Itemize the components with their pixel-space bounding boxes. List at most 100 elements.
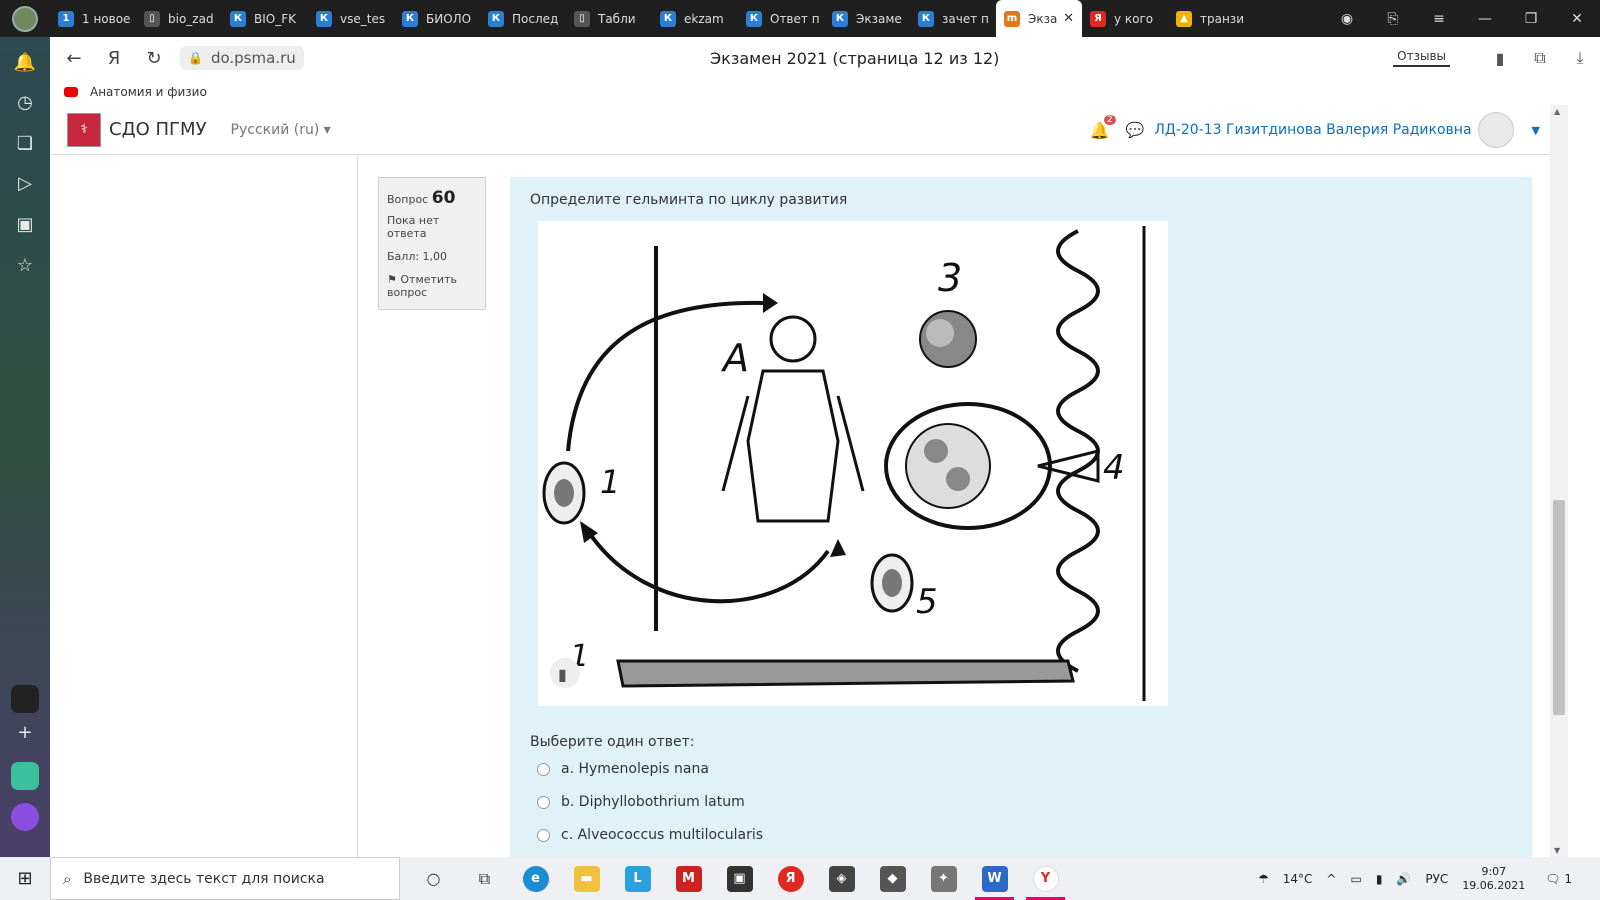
tab-favicon-icon: К [832,10,848,27]
browser-tab[interactable]: 11 новое [50,0,136,37]
shield-app-icon[interactable]: M [663,857,714,900]
address-bar: ← Я ↻ 🔒 do.psma.ru Экзамен 2021 (страниц… [50,37,1600,79]
tab-favicon-icon: К [918,10,934,27]
bookmark-item[interactable]: Анатомия и физио [90,85,207,99]
answer-option[interactable]: a. Hymenolepis nana [537,761,709,777]
browser-tab[interactable]: m Экза ✕ [996,0,1082,37]
reload-button[interactable]: ↻ [134,48,174,69]
language-menu[interactable]: Русский (ru) ▾ [231,122,331,138]
clock[interactable]: 9:07 19.06.2021 [1462,865,1525,893]
radio-button[interactable] [537,795,550,809]
answer-option[interactable]: b. Diphyllobothrium latum [537,794,745,810]
browser-tab[interactable]: ▯ Табли [566,0,652,37]
menu-icon[interactable]: ≡ [1416,11,1462,27]
browser-tab[interactable]: Кзачет п [910,0,996,37]
browser-tab[interactable]: К BIO_FK [222,0,308,37]
taskbar-search-box[interactable]: ⌕ Введите здесь текст для поиска [50,857,400,900]
helminth-life-cycle-image: А 1 3 4 5 1 ▮ [538,221,1168,706]
url-field[interactable]: 🔒 do.psma.ru [180,46,304,70]
browser-tab[interactable]: ▯ bio_zad [136,0,222,37]
bookmarks-icon[interactable]: ⎘ [1370,11,1416,27]
question-score: Балл: 1,00 [387,250,448,263]
messages-icon[interactable]: 💬 [1126,121,1145,139]
user-avatar[interactable] [1477,112,1514,148]
game-app3-icon[interactable]: ✦ [918,857,969,900]
answer-prompt: Выберите один ответ: [530,734,695,750]
site-logo[interactable]: ⚕ [67,112,101,147]
history-icon[interactable]: ◷ [13,91,37,115]
network-icon[interactable]: ▭ [1350,872,1361,886]
cortana-icon[interactable]: ○ [408,857,459,900]
yandex-button[interactable]: Я [94,48,134,69]
battery-icon[interactable]: ▮ [1376,872,1383,886]
browser-tab[interactable]: К Экзаме [824,0,910,37]
radio-button[interactable] [537,828,550,842]
add-app-icon[interactable]: + [13,721,37,745]
language-indicator[interactable]: РУС [1425,872,1448,886]
figure-label-4: 4 [1103,448,1125,488]
collections-icon[interactable]: ❏ [13,132,37,156]
question-status: Пока нет ответа [387,214,440,240]
camera-app-icon[interactable] [11,685,39,713]
image-bookmark-icon[interactable]: ▮ [558,665,567,684]
task-view-icon[interactable]: ⧉ [459,857,510,900]
messenger-app-icon[interactable] [11,762,39,790]
l-app-icon[interactable]: L [612,857,663,900]
user-name[interactable]: ЛД-20-13 Гизитдинова Валерия Радиковна [1154,122,1471,138]
tray-expand-icon[interactable]: ^ [1326,872,1336,886]
browser-tab[interactable]: Яу кого [1082,0,1168,37]
notifications-bell-icon[interactable]: 🔔 2 [1090,114,1116,140]
browser-tab[interactable]: ▲ транзи [1168,0,1254,37]
media-icon[interactable]: ▷ [13,172,37,196]
scroll-thumb[interactable] [1553,500,1565,715]
answer-option[interactable]: c. Alveococcus multilocularis [537,827,763,843]
restore-icon[interactable]: ❐ [1508,11,1554,27]
action-center-icon[interactable]: 🗨 1 [1545,872,1586,886]
extensions-icon[interactable]: ⧉ [1520,48,1560,68]
alice-app-icon[interactable] [11,803,39,831]
question-info: Вопрос 60 Пока нет ответа Балл: 1,00 ⚑ О… [378,177,486,310]
weather-icon[interactable]: ☂ [1258,872,1269,886]
profile-icon[interactable]: ◉ [1324,11,1370,27]
tab-favicon-icon: К [660,10,676,27]
minimize-icon[interactable]: — [1462,11,1508,27]
browser-tab[interactable]: К БИОЛО [394,0,480,37]
tab-favicon-icon: К [402,10,418,27]
notifications-icon[interactable]: 🔔 [13,51,37,75]
game-app2-icon[interactable]: ◆ [867,857,918,900]
volume-icon[interactable]: 🔊 [1396,872,1411,886]
favorites-icon[interactable]: ☆ [13,254,37,278]
flag-icon: ⚑ [387,273,397,286]
figure-label-1: 1 [600,463,620,501]
edge-icon[interactable]: e [510,857,561,900]
flag-question-button[interactable]: ⚑ Отметить вопрос [387,273,477,299]
temperature[interactable]: 14°C [1283,872,1313,886]
calendar-icon[interactable]: ▣ [13,213,37,237]
profile-avatar[interactable] [12,5,38,32]
browser-tab-bar: 11 новое ▯ bio_zad К BIO_FK Кvse_tes К БИОЛО К По… [0,0,1600,37]
yandex-icon[interactable]: Я [765,857,816,900]
browser-tab[interactable]: Кvse_tes [308,0,394,37]
back-button[interactable]: ← [54,48,94,69]
downloads-icon[interactable]: ⤓ [1560,48,1600,68]
site-name[interactable]: СДО ПГМУ [109,119,207,140]
browser-tab[interactable]: Кekzam [652,0,738,37]
user-menu-caret-icon[interactable]: ▼ [1532,124,1540,137]
page-scrollbar[interactable]: ▲ ▼ [1550,105,1568,857]
close-window-icon[interactable]: ✕ [1554,11,1600,27]
windows-start-icon[interactable]: ⊞ [0,868,50,889]
browser-tab[interactable]: К Послед [480,0,566,37]
yandex-browser-icon[interactable]: Y [1020,857,1071,900]
tab-favicon-icon: 1 [58,10,74,27]
bookmark-icon[interactable]: ▮ [1480,49,1520,68]
close-tab-icon[interactable]: ✕ [1063,11,1074,26]
page-title: Экзамен 2021 (страница 12 из 12) [710,49,1000,68]
radio-button[interactable] [537,762,550,776]
reviews-button[interactable]: Отзывы [1393,49,1450,67]
word-icon[interactable]: W [969,857,1020,900]
explorer-icon[interactable]: ▬ [561,857,612,900]
windows-taskbar: ⊞ ⌕ Введите здесь текст для поиска ○ ⧉ e… [0,857,1600,900]
browser-tab[interactable]: К Ответ п [738,0,824,37]
game-app-icon[interactable]: ◈ [816,857,867,900]
store-icon[interactable]: ▣ [714,857,765,900]
